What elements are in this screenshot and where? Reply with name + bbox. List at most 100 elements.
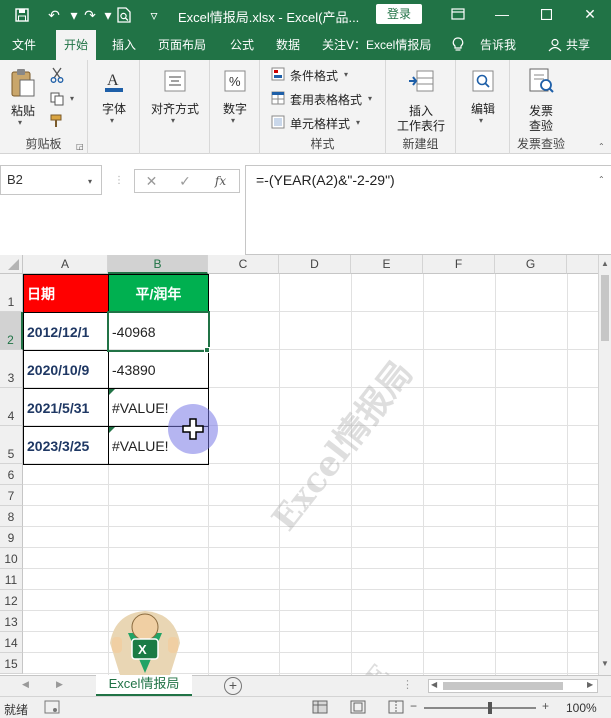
table-format-button[interactable]: 套用表格格式 (290, 91, 362, 108)
normal-view-icon[interactable] (312, 700, 328, 717)
horizontal-scrollbar[interactable]: ◀ ▶ (428, 679, 598, 693)
percent-icon[interactable]: % (222, 68, 248, 94)
user-icon[interactable] (548, 30, 562, 60)
fill-handle[interactable] (204, 347, 210, 353)
row-header-11[interactable]: 11 (0, 569, 23, 590)
font-icon[interactable]: A (102, 68, 126, 94)
dialog-launcher-icon[interactable]: ◲ (76, 142, 84, 151)
sheet-tab-active[interactable]: Excel情报局 (96, 675, 192, 697)
tab-follow[interactable]: 关注V：Excel情报局 (322, 30, 431, 60)
page-break-view-icon[interactable] (388, 700, 404, 717)
date-cell[interactable]: 2021/5/31 (23, 388, 109, 427)
vertical-scrollbar[interactable]: ▲ ▼ (598, 255, 611, 675)
ribbon-display-icon[interactable] (446, 3, 470, 25)
scroll-right-icon[interactable]: ▶ (587, 680, 593, 689)
enter-icon[interactable]: ✓ (168, 169, 202, 193)
formula-input[interactable]: =-(YEAR(A2)&"-2-29") (245, 165, 611, 255)
share-button[interactable]: 共享 (566, 30, 590, 60)
tell-me-input[interactable]: 告诉我 (480, 30, 516, 60)
row-header-3[interactable]: 3 (0, 350, 23, 388)
paste-button[interactable]: 粘贴 (8, 102, 38, 119)
error-indicator-icon[interactable] (109, 427, 115, 433)
format-painter-icon[interactable] (48, 112, 66, 130)
select-all-button[interactable] (0, 255, 23, 274)
row-header-6[interactable]: 6 (0, 464, 23, 485)
insert-function-icon[interactable]: fx (202, 169, 240, 193)
row-header-15[interactable]: 15 (0, 653, 23, 674)
tab-split-grip-icon[interactable]: ⋮ (402, 678, 413, 691)
date-cell[interactable]: 2020/10/9 (23, 350, 109, 389)
worksheet-grid[interactable]: A B C D E F G 1 2 3 4 5 6 7 8 9 10 11 12… (0, 255, 598, 675)
horizontal-scroll-thumb[interactable] (443, 682, 563, 690)
column-header-b[interactable]: B (108, 255, 208, 274)
login-button[interactable]: 登录 (376, 4, 422, 24)
row-header-5[interactable]: 5 (0, 426, 23, 464)
column-header-e[interactable]: E (351, 255, 423, 274)
header-type-cell[interactable]: 平/润年 (108, 274, 209, 313)
zoom-in-icon[interactable]: + (542, 699, 549, 713)
collapse-ribbon-icon[interactable]: ⌃ (598, 142, 605, 151)
insert-row-icon[interactable] (406, 66, 436, 96)
invoice-check-icon[interactable] (526, 66, 556, 96)
row-header-14[interactable]: 14 (0, 632, 23, 653)
add-sheet-icon[interactable]: + (224, 677, 242, 695)
font-button[interactable]: 字体 (88, 100, 140, 117)
tab-page-layout[interactable]: 页面布局 (158, 30, 206, 60)
scroll-down-icon[interactable]: ▼ (601, 659, 609, 668)
tab-formulas[interactable]: 公式 (230, 30, 254, 60)
copy-icon[interactable] (48, 90, 66, 108)
conditional-format-button[interactable]: 条件格式 (290, 67, 338, 84)
expand-formula-icon[interactable]: ⌃ (598, 175, 605, 184)
column-header-f[interactable]: F (423, 255, 495, 274)
lightbulb-icon[interactable] (452, 30, 464, 60)
undo-icon[interactable]: ↶ (44, 5, 64, 25)
result-cell[interactable]: -43890 (108, 350, 209, 389)
column-header-h[interactable] (567, 255, 598, 274)
column-header-c[interactable]: C (208, 255, 279, 274)
row-header-7[interactable]: 7 (0, 485, 23, 506)
save-icon[interactable] (12, 5, 32, 25)
align-icon[interactable] (162, 68, 188, 94)
number-button[interactable]: 数字 (210, 100, 260, 117)
customize-icon[interactable]: ▿ (144, 5, 164, 25)
prev-sheet-icon[interactable]: ◀ (22, 679, 29, 690)
cut-icon[interactable] (48, 66, 66, 84)
edit-button[interactable]: 编辑 (456, 100, 510, 117)
next-sheet-icon[interactable]: ▶ (56, 679, 63, 690)
column-header-g[interactable]: G (495, 255, 567, 274)
zoom-out-icon[interactable]: − (410, 699, 417, 713)
scroll-left-icon[interactable]: ◀ (431, 680, 437, 689)
print-preview-icon[interactable] (114, 5, 134, 25)
zoom-level[interactable]: 100% (566, 701, 597, 715)
zoom-slider-knob[interactable] (488, 702, 492, 714)
scroll-up-icon[interactable]: ▲ (601, 259, 609, 268)
row-header-10[interactable]: 10 (0, 548, 23, 569)
name-box-dropdown-icon[interactable]: ▾ (88, 177, 92, 186)
tab-file[interactable]: 文件 (12, 30, 36, 60)
redo-icon[interactable]: ↷ (80, 5, 100, 25)
find-icon[interactable] (470, 68, 496, 94)
date-cell[interactable]: 2012/12/1 (23, 312, 109, 351)
paste-icon[interactable] (8, 68, 38, 98)
row-header-1[interactable]: 1 (0, 274, 23, 312)
row-header-2[interactable]: 2 (0, 312, 23, 350)
macro-record-icon[interactable] (44, 700, 60, 717)
tab-home[interactable]: 开始 (56, 30, 97, 60)
alignment-button[interactable]: 对齐方式 (140, 100, 210, 117)
page-layout-view-icon[interactable] (350, 700, 366, 717)
error-indicator-icon[interactable] (109, 389, 115, 395)
date-cell[interactable]: 2023/3/25 (23, 426, 109, 465)
row-header-12[interactable]: 12 (0, 590, 23, 611)
tab-insert[interactable]: 插入 (112, 30, 136, 60)
vertical-scroll-thumb[interactable] (601, 275, 609, 341)
row-header-13[interactable]: 13 (0, 611, 23, 632)
tab-data[interactable]: 数据 (276, 30, 300, 60)
maximize-icon[interactable] (534, 3, 558, 25)
cancel-icon[interactable]: ✕ (134, 169, 168, 193)
column-header-a[interactable]: A (23, 255, 108, 274)
minimize-icon[interactable]: — (490, 3, 514, 25)
close-icon[interactable]: ✕ (578, 3, 602, 25)
row-header-8[interactable]: 8 (0, 506, 23, 527)
row-header-4[interactable]: 4 (0, 388, 23, 426)
zoom-slider[interactable] (424, 707, 536, 709)
